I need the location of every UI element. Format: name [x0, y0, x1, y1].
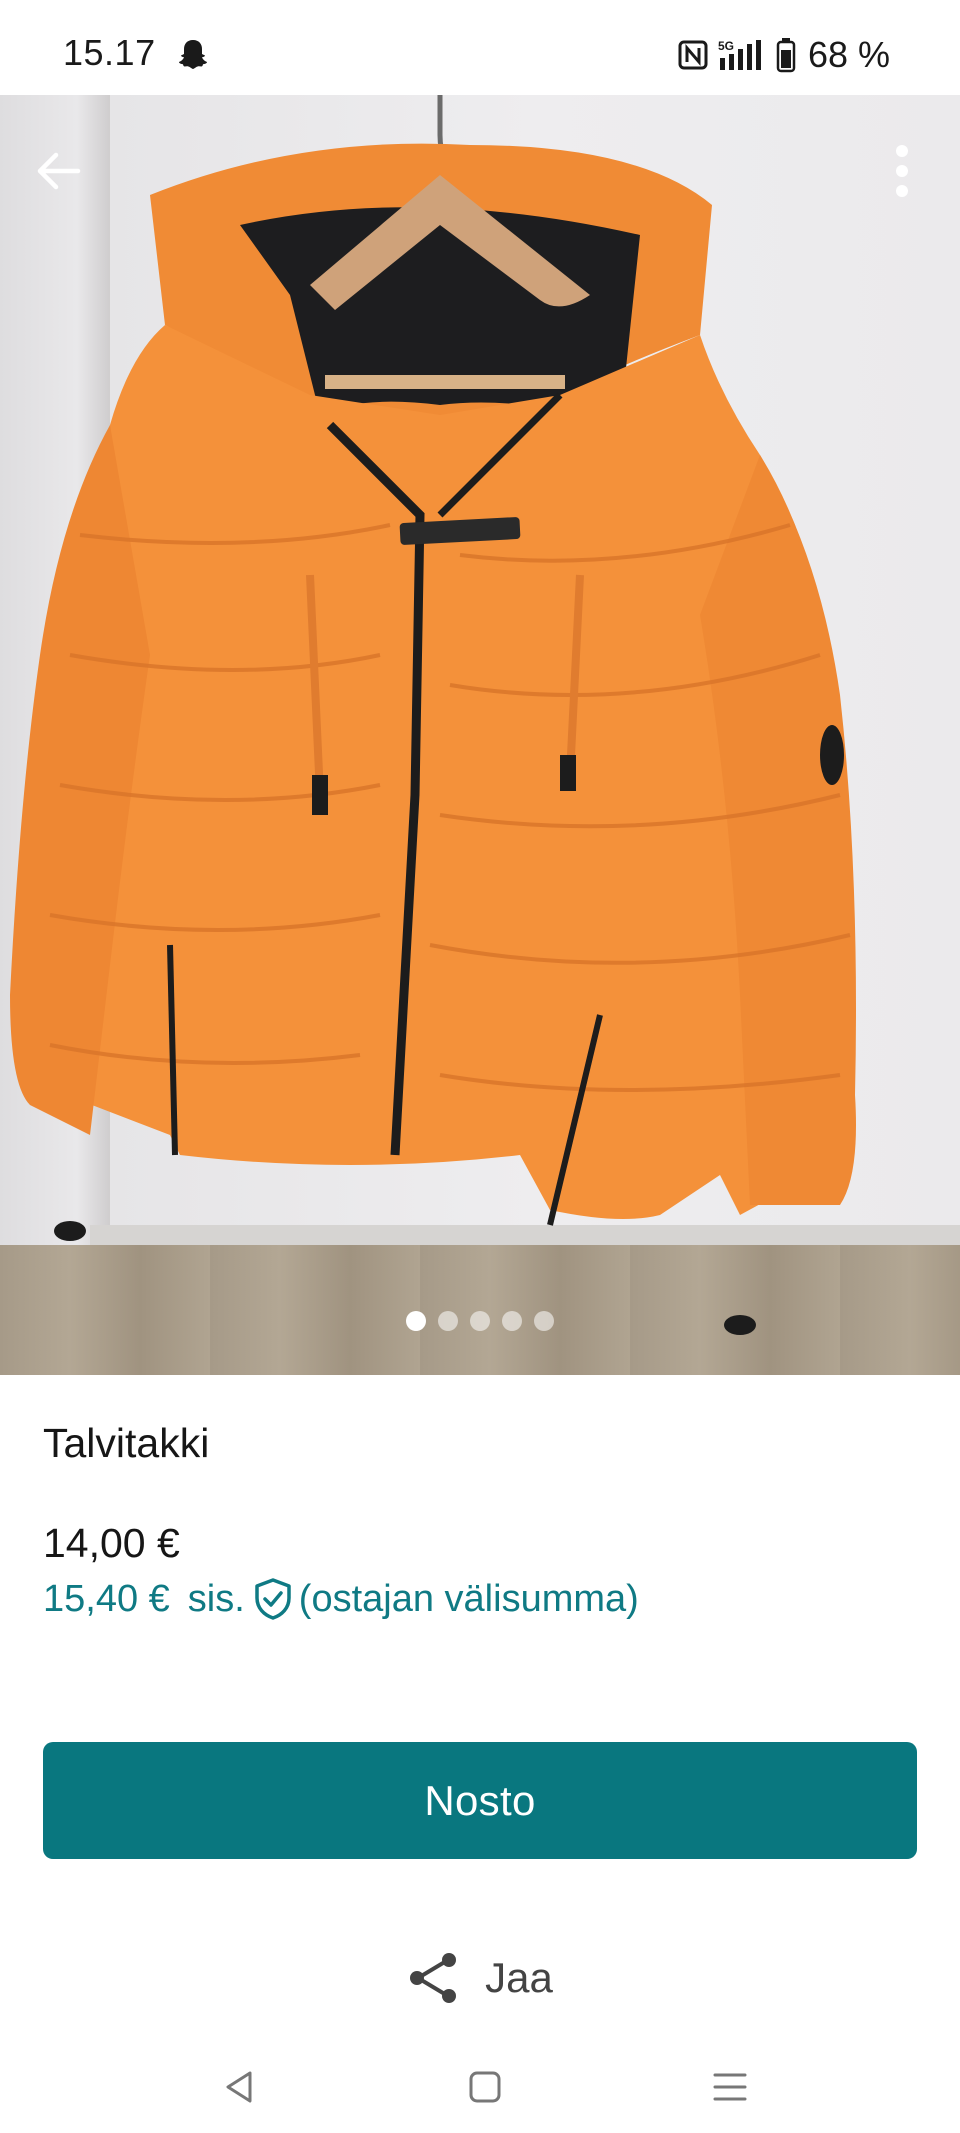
- nav-recents-button[interactable]: [700, 2057, 760, 2117]
- status-icons: 5G 68 %: [678, 32, 890, 78]
- buyer-price-incl: sis.: [187, 1577, 245, 1620]
- more-vertical-icon: [896, 145, 908, 197]
- system-nav-bar: [0, 2040, 960, 2133]
- battery-icon: [776, 38, 796, 73]
- back-button[interactable]: [22, 135, 94, 207]
- nav-home-button[interactable]: [455, 2057, 515, 2117]
- carousel-indicator: [0, 1311, 960, 1331]
- network-label: 5G: [718, 39, 734, 53]
- jacket-image: [10, 95, 856, 1335]
- carousel-dot[interactable]: [438, 1311, 458, 1331]
- more-options-button[interactable]: [866, 135, 938, 207]
- arrow-left-icon: [37, 152, 81, 190]
- product-photo-carousel[interactable]: [0, 95, 960, 1375]
- buyer-price-note: (ostajan välisumma): [298, 1577, 639, 1620]
- carousel-dot[interactable]: [406, 1311, 426, 1331]
- share-icon: [410, 1953, 457, 2003]
- share-label: Jaa: [485, 1954, 553, 2001]
- buyer-price-info[interactable]: 15,40 € sis. (ostajan välisumma): [43, 1577, 639, 1621]
- status-time: 15.17: [63, 32, 156, 73]
- bump-button[interactable]: Nosto: [43, 1742, 917, 1859]
- carousel-dot[interactable]: [534, 1311, 554, 1331]
- listing-price: 14,00 €: [43, 1520, 180, 1566]
- battery-percent: 68 %: [807, 34, 890, 75]
- nav-back-button[interactable]: [210, 2057, 270, 2117]
- share-button[interactable]: Jaa: [0, 1950, 960, 2006]
- buyer-price-amount: 15,40 €: [43, 1577, 170, 1620]
- back-nav-icon: [226, 2071, 252, 2102]
- shield-check-icon: [253, 1577, 293, 1621]
- nfc-icon: [678, 40, 708, 70]
- recents-nav-icon: [713, 2073, 747, 2100]
- home-nav-icon: [469, 2071, 501, 2102]
- listing-title: Talvitakki: [43, 1420, 210, 1466]
- status-bar: 15.17 5G 68 %: [0, 0, 960, 95]
- carousel-dot[interactable]: [470, 1311, 490, 1331]
- carousel-dot[interactable]: [502, 1311, 522, 1331]
- snapchat-ghost-icon: [179, 40, 207, 69]
- signal-icon: 5G: [718, 39, 761, 70]
